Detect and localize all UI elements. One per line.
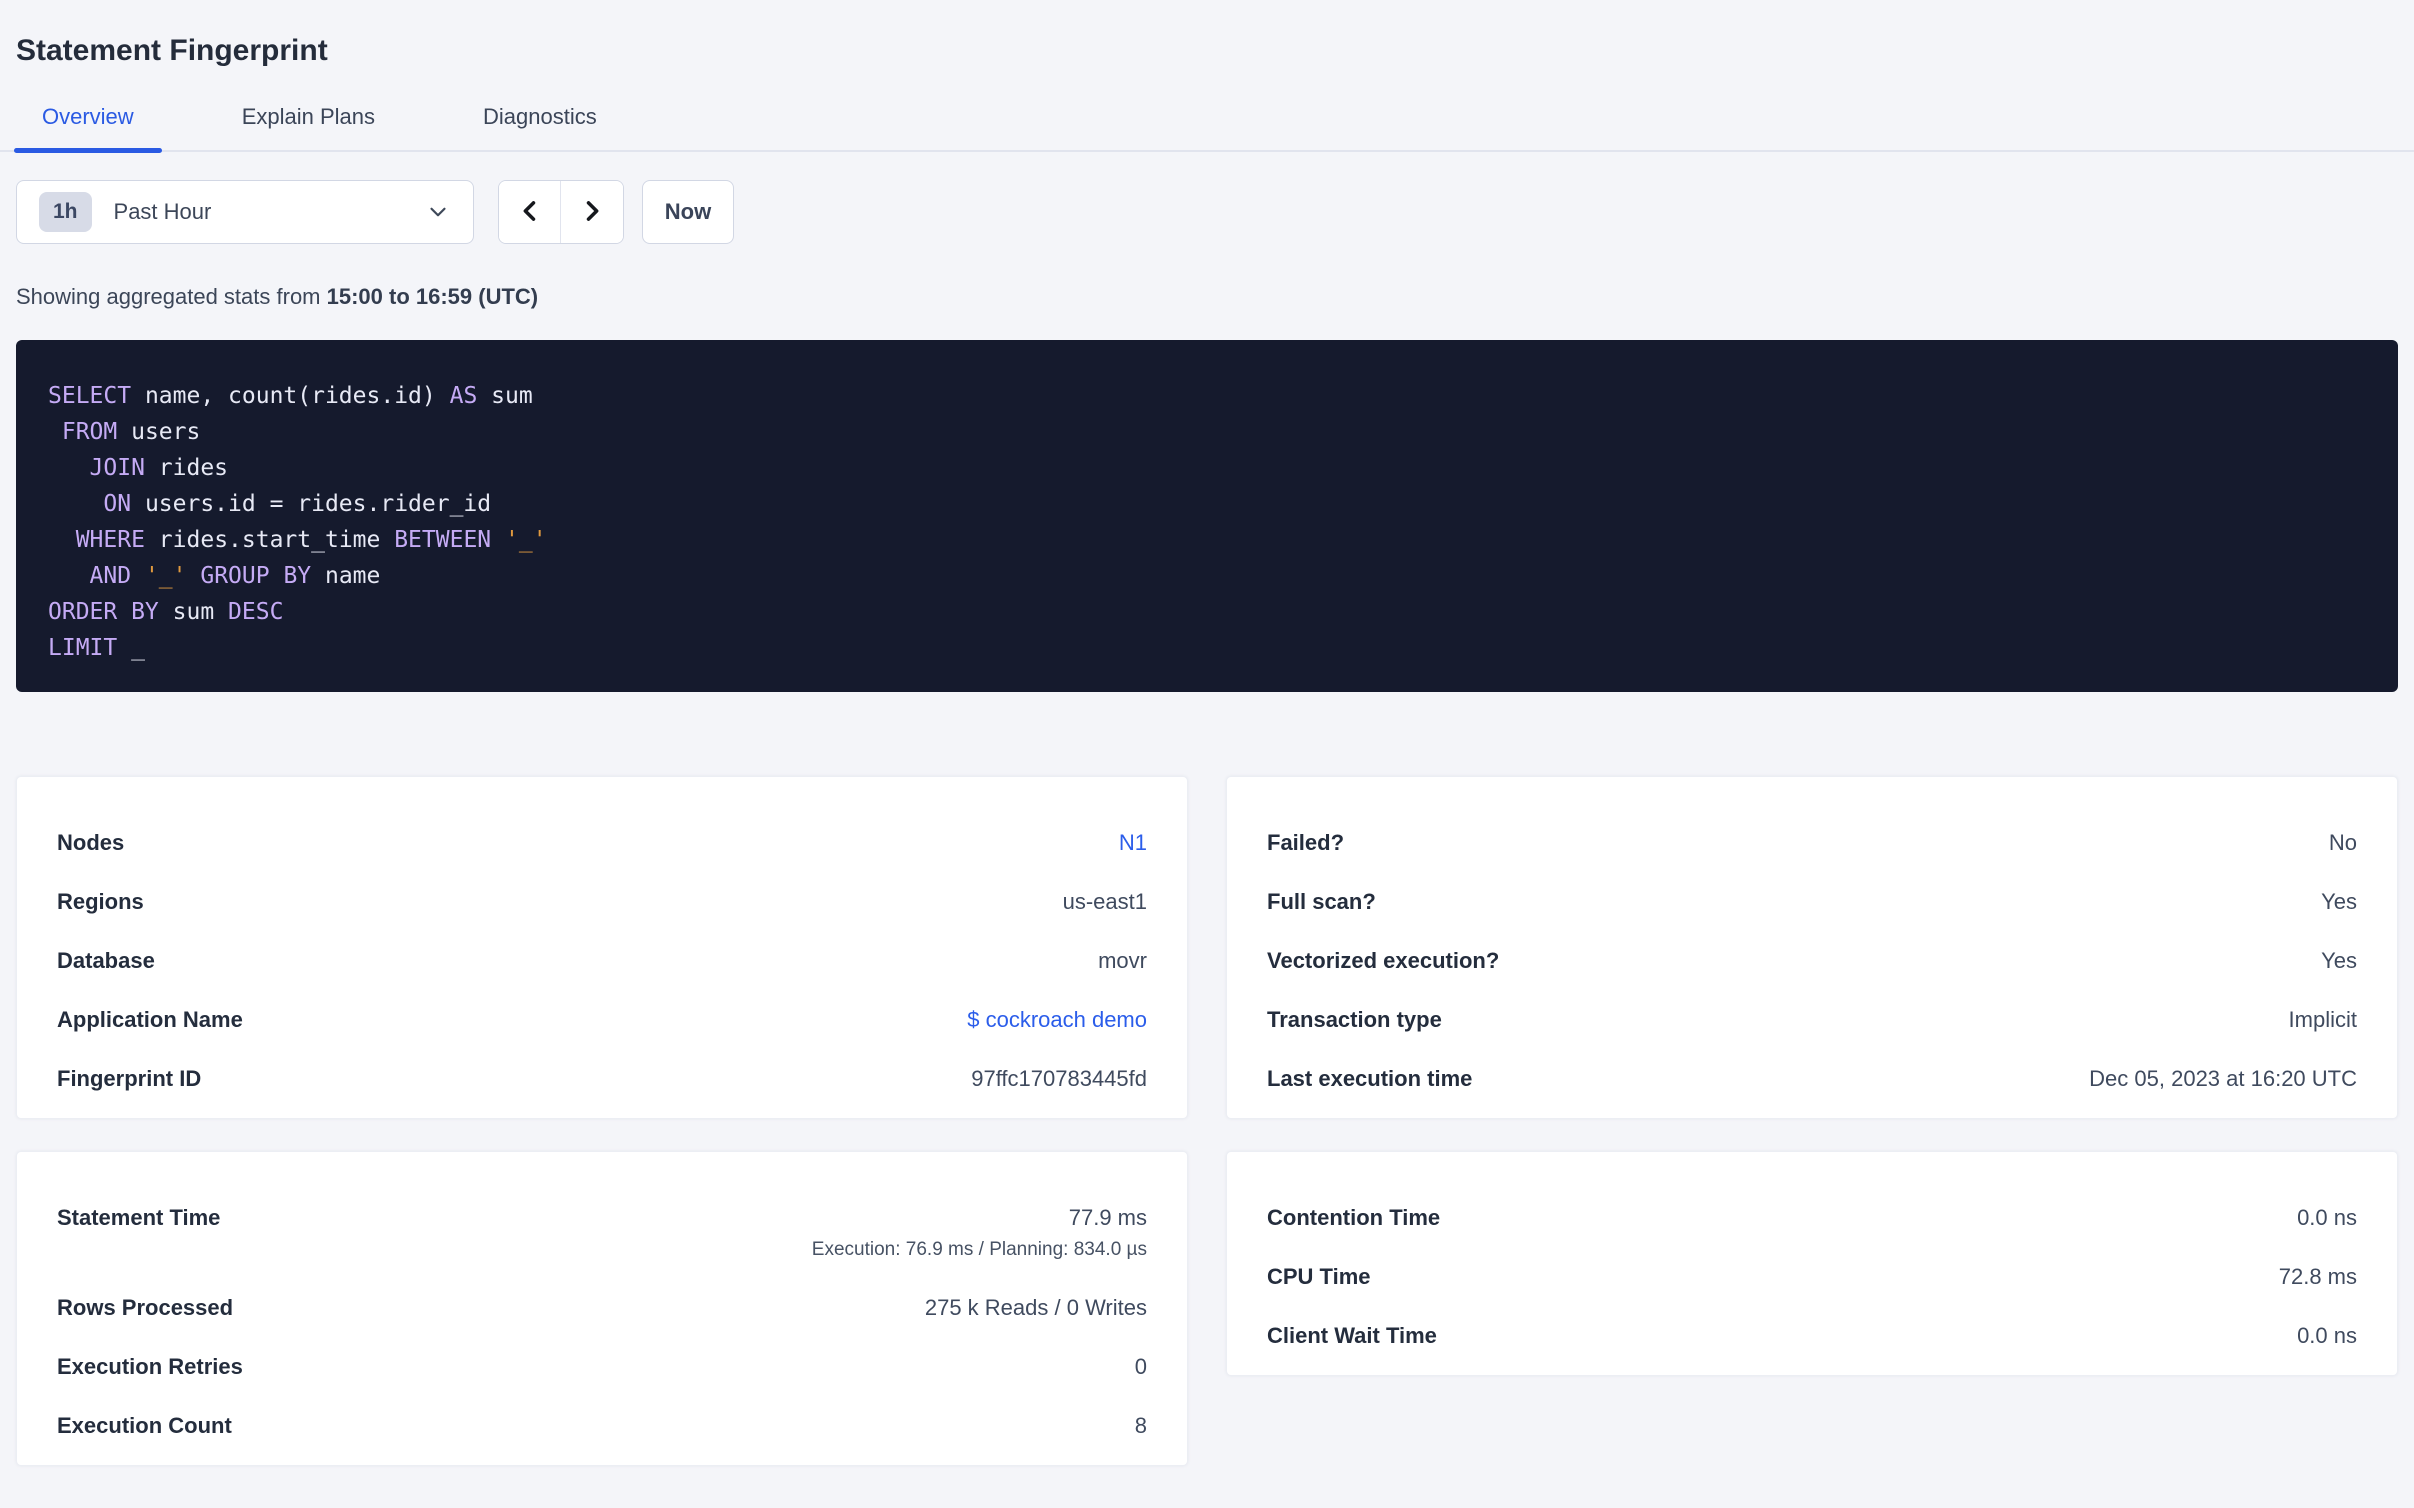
summary-row: Client Wait Time 0.0 ns — [1267, 1322, 2357, 1349]
summary-row: Full scan? Yes — [1267, 888, 2357, 915]
row-value: movr — [1098, 948, 1147, 973]
row-subvalue: Execution: 76.9 ms / Planning: 834.0 µs — [811, 1239, 1147, 1260]
tab-diagnostics[interactable]: Diagnostics — [455, 98, 625, 150]
summary-row: Execution Retries 0 — [57, 1353, 1147, 1380]
statement-fingerprint-page: Statement Fingerprint Overview Explain P… — [0, 30, 2414, 1508]
time-controls: 1h Past Hour Now — [16, 180, 2398, 244]
row-value: Dec 05, 2023 at 16:20 UTC — [2089, 1066, 2357, 1091]
row-label: Failed? — [1267, 830, 1345, 855]
row-label: Nodes — [57, 830, 125, 855]
summary-card-overview: Nodes N1 Regions us-east1 Database movr … — [16, 776, 1188, 1119]
row-value: 8 — [1134, 1413, 1147, 1438]
row-label: Last execution time — [1267, 1066, 1473, 1091]
row-label: Full scan? — [1267, 889, 1376, 914]
row-label: Database — [57, 948, 155, 973]
row-value: 0.0 ns — [2297, 1205, 2357, 1230]
row-value: 275 k Reads / 0 Writes — [924, 1295, 1147, 1320]
summary-row: Rows Processed 275 k Reads / 0 Writes — [57, 1294, 1147, 1321]
previous-interval-button[interactable] — [499, 181, 561, 243]
summary-row: Transaction type Implicit — [1267, 1006, 2357, 1033]
tab-overview[interactable]: Overview — [14, 98, 162, 153]
summary-row: Statement Time 77.9 ms Execution: 76.9 m… — [57, 1204, 1147, 1262]
sql-statement-box: SELECT name, count(rides.id) AS sum FROM… — [16, 340, 2398, 692]
row-value: 77.9 ms — [1068, 1205, 1147, 1230]
row-label: Execution Retries — [57, 1354, 243, 1379]
row-label: Transaction type — [1267, 1007, 1442, 1032]
row-label: Client Wait Time — [1267, 1323, 1437, 1348]
aggregated-stats-prefix: Showing aggregated stats from — [16, 284, 327, 309]
sql-code: SELECT name, count(rides.id) AS sum FROM… — [48, 383, 547, 661]
application-name-link[interactable]: $ cockroach demo — [967, 1006, 1147, 1033]
row-label: Regions — [57, 889, 144, 914]
next-interval-button[interactable] — [561, 181, 623, 243]
summary-row: Database movr — [57, 947, 1147, 974]
summary-card-execution-attributes: Failed? No Full scan? Yes Vectorized exe… — [1226, 776, 2398, 1119]
row-value: Yes — [2321, 948, 2357, 973]
now-button[interactable]: Now — [642, 180, 734, 244]
summary-row: Execution Count 8 — [57, 1412, 1147, 1439]
row-label: Application Name — [57, 1007, 243, 1032]
summary-row: Fingerprint ID 97ffc170783445fd — [57, 1065, 1147, 1092]
row-label: Statement Time — [57, 1205, 221, 1230]
nodes-link[interactable]: N1 — [1119, 829, 1147, 856]
row-label: Fingerprint ID — [57, 1066, 202, 1091]
aggregated-stats-range: 15:00 to 16:59 (UTC) — [326, 284, 539, 309]
row-value: 97ffc170783445fd — [971, 1066, 1147, 1091]
row-label: Execution Count — [57, 1413, 232, 1438]
summary-row: Last execution time Dec 05, 2023 at 16:2… — [1267, 1065, 2357, 1092]
time-range-select[interactable]: 1h Past Hour — [16, 180, 474, 244]
row-label: Vectorized execution? — [1267, 948, 1500, 973]
row-label: Contention Time — [1267, 1205, 1441, 1230]
tab-bar: Overview Explain Plans Diagnostics — [0, 98, 2414, 153]
summary-row: Contention Time 0.0 ns — [1267, 1204, 2357, 1231]
row-value: Implicit — [2288, 1007, 2357, 1032]
summary-card-statement-times: Statement Time 77.9 ms Execution: 76.9 m… — [16, 1151, 1188, 1466]
summary-row: Nodes N1 — [57, 829, 1147, 856]
summary-card-resource-times: Contention Time 0.0 ns CPU Time 72.8 ms … — [1226, 1151, 2398, 1376]
summary-row: Regions us-east1 — [57, 888, 1147, 915]
chevron-right-icon — [578, 197, 606, 228]
summary-row: CPU Time 72.8 ms — [1267, 1263, 2357, 1290]
row-value: 0.0 ns — [2297, 1323, 2357, 1348]
row-value: No — [2328, 830, 2357, 855]
summary-row: Vectorized execution? Yes — [1267, 947, 2357, 974]
time-range-badge: 1h — [39, 192, 92, 232]
time-range-label: Past Hour — [113, 199, 212, 224]
page-title: Statement Fingerprint — [16, 34, 328, 67]
row-label: Rows Processed — [57, 1295, 234, 1320]
summary-row: Application Name $ cockroach demo — [57, 1006, 1147, 1033]
chevron-left-icon — [516, 197, 544, 228]
row-value: Yes — [2321, 889, 2357, 914]
row-value: 72.8 ms — [2278, 1264, 2357, 1289]
row-label: CPU Time — [1267, 1264, 1371, 1289]
chevron-down-icon — [425, 199, 451, 225]
aggregated-stats-text: Showing aggregated stats from 15:00 to 1… — [16, 284, 2398, 310]
time-step-button-group — [498, 180, 624, 244]
row-value: us-east1 — [1062, 889, 1147, 914]
row-value: 0 — [1134, 1354, 1147, 1379]
summary-cards: Nodes N1 Regions us-east1 Database movr … — [16, 776, 2398, 1466]
summary-row: Failed? No — [1267, 829, 2357, 856]
tab-explain-plans[interactable]: Explain Plans — [214, 98, 403, 150]
